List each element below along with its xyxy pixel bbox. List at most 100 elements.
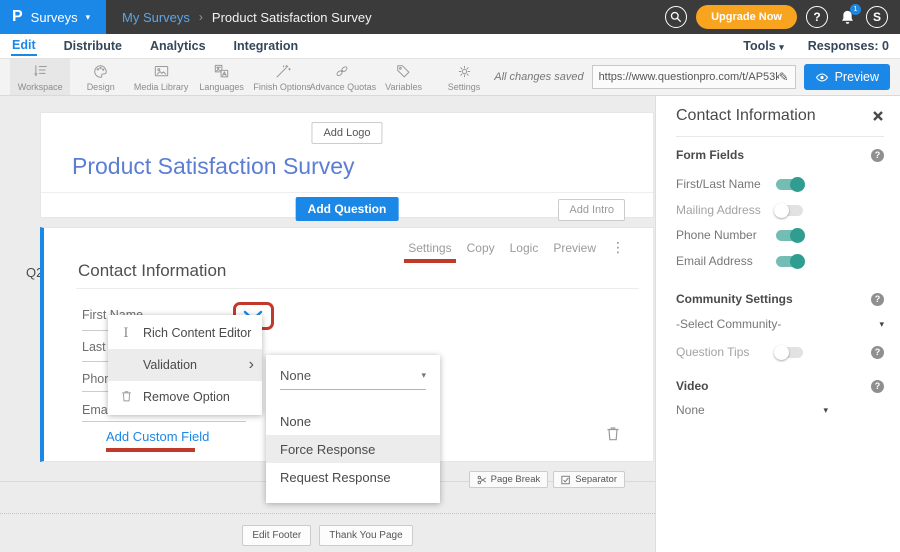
edit-url-icon[interactable]: ✎	[779, 70, 795, 84]
survey-title[interactable]: Product Satisfaction Survey	[72, 153, 355, 180]
preview-button[interactable]: Preview	[804, 64, 890, 90]
question-copy-action[interactable]: Copy	[467, 241, 495, 255]
tab-analytics[interactable]: Analytics	[149, 37, 207, 55]
validation-select[interactable]: None ▾	[280, 368, 426, 390]
toggle-question-tips[interactable]	[776, 347, 803, 358]
responses-count[interactable]: Responses: 0	[808, 39, 889, 53]
video-select[interactable]: None ▾	[676, 403, 828, 417]
eye-icon	[815, 72, 829, 83]
translate-icon	[213, 63, 230, 80]
survey-url-field[interactable]: https://www.questionpro.com/t/AP53kZgUI …	[592, 65, 796, 89]
breadcrumb-separator: ›	[199, 10, 203, 24]
field-email-line	[82, 421, 246, 422]
question-settings-action[interactable]: Settings	[408, 241, 451, 255]
magic-wand-icon	[274, 63, 291, 80]
toggle-label-phone-number: Phone Number	[676, 228, 757, 242]
tab-distribute[interactable]: Distribute	[63, 37, 123, 55]
toolbar-item-variables[interactable]: Variables	[373, 59, 433, 95]
search-button[interactable]	[665, 6, 687, 28]
help-button[interactable]: ?	[806, 6, 828, 28]
notification-badge: 1	[850, 4, 861, 15]
tab-edit[interactable]: Edit	[11, 36, 37, 56]
gear-icon	[456, 63, 473, 80]
question-logic-action[interactable]: Logic	[510, 241, 539, 255]
toggle-email-address[interactable]	[776, 256, 803, 267]
menu-item-validation[interactable]: Validation ›	[108, 349, 262, 381]
survey-nav-tabs: Edit Distribute Analytics Integration To…	[0, 34, 900, 58]
menu-item-remove-option[interactable]: Remove Option	[108, 381, 262, 413]
question-settings-panel: Contact Information Form Fields ? First/…	[655, 96, 900, 552]
help-icon[interactable]: ?	[871, 293, 884, 306]
close-panel-button[interactable]	[872, 110, 884, 122]
survey-header-card: Add Logo Product Satisfaction Survey Add…	[40, 112, 654, 218]
panel-title: Contact Information	[676, 107, 816, 125]
delete-question-button[interactable]	[606, 426, 620, 446]
kebab-menu-icon[interactable]: ⋮	[611, 240, 625, 256]
avatar[interactable]: S	[866, 6, 888, 28]
tools-dropdown[interactable]: Tools ▾	[743, 39, 783, 53]
validation-option-request-response[interactable]: Request Response	[266, 463, 440, 491]
caret-down-icon: ▾	[421, 371, 426, 380]
close-icon	[872, 110, 884, 122]
palette-icon	[92, 63, 109, 80]
add-intro-button[interactable]: Add Intro	[558, 199, 625, 221]
caret-down-icon: ▾	[879, 320, 884, 329]
question-actions: Settings Copy Logic Preview ⋮	[408, 240, 625, 256]
toolbar-item-media-library[interactable]: Media Library	[131, 59, 191, 95]
community-settings-heading: Community Settings	[676, 292, 793, 306]
toolbar-item-settings[interactable]: Settings	[434, 59, 494, 95]
upgrade-now-button[interactable]: Upgrade Now	[696, 5, 797, 29]
menu-item-rich-content-editor[interactable]: I Rich Content Editor	[108, 317, 262, 349]
editor-toolbar: Workspace Design Media Library Languages…	[0, 58, 900, 96]
validation-option-force-response[interactable]: Force Response	[266, 435, 440, 463]
breadcrumb-current-survey: Product Satisfaction Survey	[212, 10, 372, 25]
toggle-phone-number[interactable]	[776, 230, 803, 241]
workspace-icon	[32, 63, 49, 80]
product-name: Surveys	[31, 10, 78, 25]
question-preview-action[interactable]: Preview	[553, 241, 596, 255]
toolbar-item-workspace[interactable]: Workspace	[10, 59, 70, 95]
help-icon[interactable]: ?	[871, 346, 884, 359]
editor-canvas: Add Logo Product Satisfaction Survey Add…	[0, 96, 900, 552]
toolbar-item-finish-options[interactable]: Finish Options	[252, 59, 312, 95]
autosave-status: All changes saved	[494, 71, 583, 83]
breadcrumb-my-surveys[interactable]: My Surveys	[122, 10, 190, 25]
caret-down-icon: ▾	[823, 406, 828, 415]
toolbar-item-advance-quotas[interactable]: Advance Quotas	[312, 59, 373, 95]
help-icon[interactable]: ?	[871, 149, 884, 162]
validation-submenu: None ▾ None Force Response Request Respo…	[266, 355, 440, 503]
community-select[interactable]: -Select Community- ▾	[676, 317, 884, 331]
text-cursor-icon: I	[118, 326, 134, 341]
thank-you-page-button[interactable]: Thank You Page	[319, 525, 412, 546]
toolbar-item-design[interactable]: Design	[70, 59, 130, 95]
toolbar-item-languages[interactable]: Languages	[191, 59, 251, 95]
add-logo-button[interactable]: Add Logo	[311, 122, 382, 144]
image-icon	[153, 63, 170, 80]
chain-link-icon	[334, 63, 351, 80]
edit-footer-button[interactable]: Edit Footer	[242, 525, 311, 546]
toggle-mailing-address[interactable]	[776, 205, 803, 216]
page-break-button[interactable]: Page Break	[469, 471, 549, 488]
add-custom-field-link[interactable]: Add Custom Field	[106, 429, 209, 444]
question-title[interactable]: Contact Information	[78, 261, 226, 281]
trash-icon	[118, 390, 134, 405]
notifications-button[interactable]: 1	[837, 6, 857, 28]
toggle-first-last-name[interactable]	[776, 179, 803, 190]
separator-button[interactable]: Separator	[553, 471, 625, 488]
question-tips-label: Question Tips	[676, 345, 749, 359]
annotation-underline-add-custom-field	[106, 448, 195, 452]
divider	[76, 288, 639, 289]
top-actions: Upgrade Now ? 1 S	[665, 0, 900, 34]
breadcrumb: My Surveys › Product Satisfaction Survey	[106, 0, 388, 34]
add-question-button[interactable]: Add Question	[296, 197, 399, 221]
validation-option-none[interactable]: None	[266, 407, 440, 435]
divider	[41, 192, 653, 193]
chevron-down-icon: ▾	[779, 42, 784, 52]
search-icon	[670, 11, 682, 23]
product-switcher[interactable]: P Surveys ▾	[0, 0, 106, 34]
toggle-label-first-last-name: First/Last Name	[676, 177, 761, 191]
tag-icon	[395, 63, 412, 80]
help-icon[interactable]: ?	[871, 380, 884, 393]
tab-integration[interactable]: Integration	[233, 37, 300, 55]
survey-url: https://www.questionpro.com/t/AP53kZgUI	[593, 71, 779, 83]
